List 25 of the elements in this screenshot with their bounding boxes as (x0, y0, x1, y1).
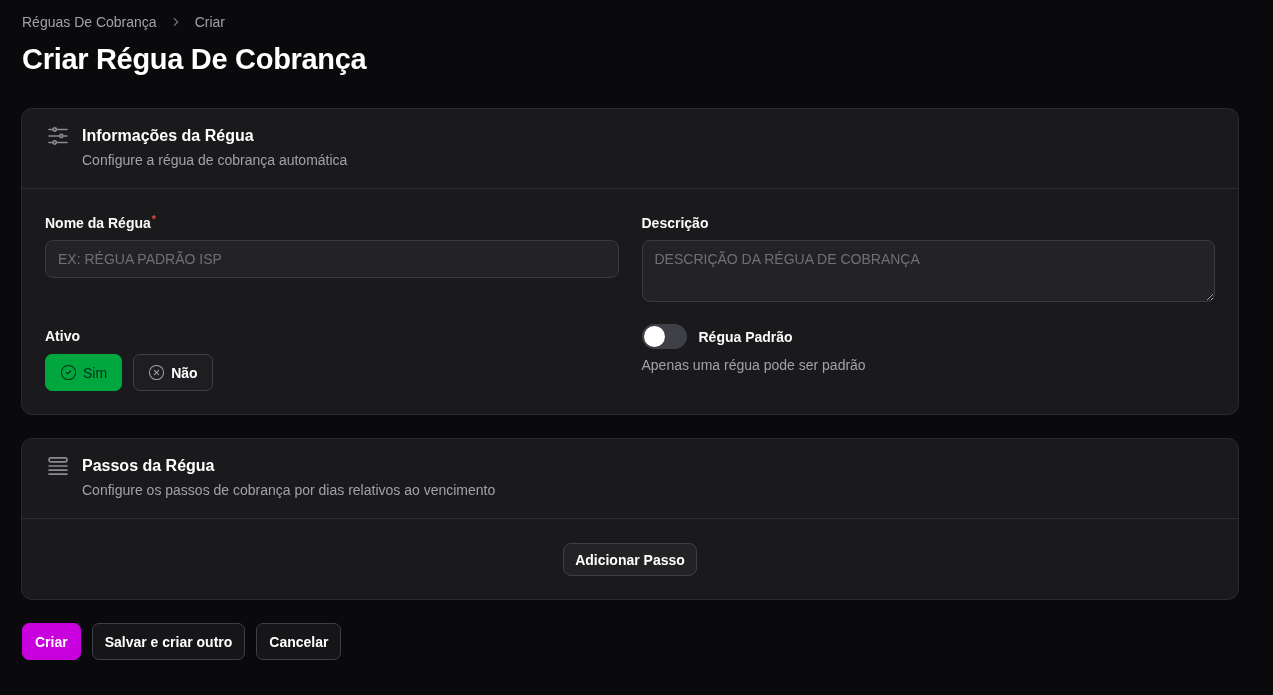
add-step-button[interactable]: Adicionar Passo (563, 543, 697, 576)
name-input[interactable]: EX: RÉGUA PADRÃO ISP (45, 240, 619, 278)
toggle-switch[interactable] (641, 324, 687, 349)
option-button[interactable]: Sim (45, 354, 123, 391)
option-button[interactable]: Não (133, 354, 213, 391)
hint-text: Apenas uma régua pode ser padrão (641, 356, 867, 375)
section-title: Passos da Régua (82, 456, 216, 476)
page-title: Criar Régua De Cobrança (22, 42, 368, 77)
section-title: Informações da Régua (82, 126, 255, 146)
breadcrumb-link[interactable]: Réguas De Cobrança (22, 14, 157, 30)
section-subtitle: Configure os passos de cobrança por dias relativos ao vencimento (82, 481, 496, 500)
field-label: Descrição (641, 214, 709, 233)
field-label: Nome da Régua$^{*}$ (45, 213, 157, 233)
breadcrumb-link[interactable]: Criar (194, 14, 225, 30)
toggle-label: Régua Padrão (698, 327, 793, 347)
x-circle-icon (148, 364, 166, 381)
sliders-icon (48, 127, 68, 145)
field-label: Ativo (45, 327, 80, 346)
create-button[interactable]: Criar (22, 623, 81, 660)
cancel-button[interactable]: Cancelar (256, 623, 342, 660)
save-and-new-button[interactable]: Salvar e criar outro (91, 623, 246, 660)
list-icon (48, 457, 68, 475)
description-field[interactable]: DESCRIÇÃO DA RÉGUA DE COBRANÇA (641, 240, 1215, 302)
section-subtitle: Configure a régua de cobrança automática (82, 151, 348, 170)
check-circle-icon (60, 364, 77, 381)
